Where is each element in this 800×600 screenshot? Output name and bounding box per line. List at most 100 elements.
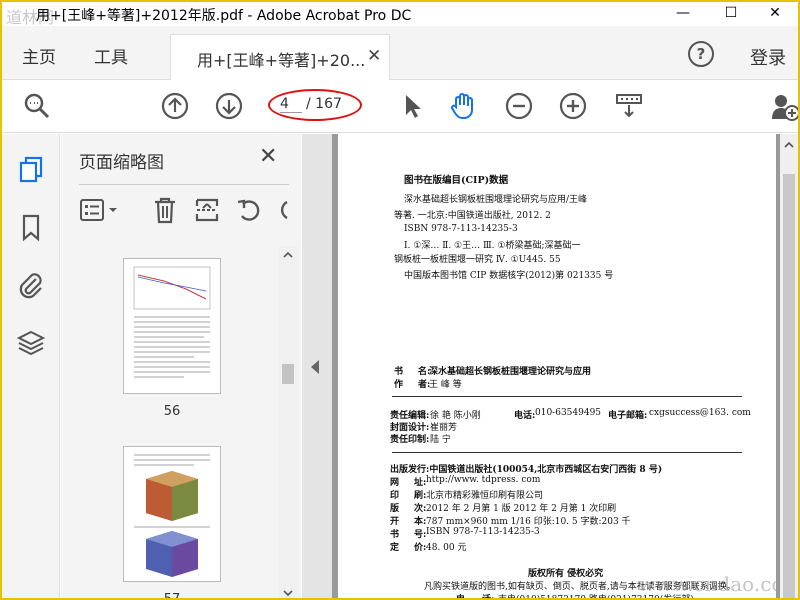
edition-label: 版: [390, 504, 400, 514]
close-window-button[interactable]: ✕: [752, 2, 798, 26]
collapse-panel-arrow-icon[interactable]: [311, 360, 319, 374]
share-user-icon[interactable]: [770, 91, 800, 121]
cip-number: 中国版本图书馆 CIP 数据核字(2012)第 021335 号: [404, 271, 614, 281]
document-scrollbar[interactable]: [780, 134, 798, 598]
layers-icon[interactable]: [16, 328, 46, 358]
print-supervisor: 陆 宁: [430, 435, 451, 445]
page-57-preview: [134, 454, 210, 577]
rights-notice: 版权所有 侵权必究: [528, 569, 604, 579]
page-rule: [392, 396, 742, 397]
scroll-up-arrow-icon[interactable]: [279, 248, 297, 262]
fit-page-icon[interactable]: [614, 91, 644, 121]
page-navigator: 4 / 167: [272, 94, 362, 116]
page-thumbnails-icon[interactable]: [16, 154, 46, 184]
email: cxgsuccess@163. com: [649, 408, 751, 418]
document-tab-close-icon[interactable]: ✕: [367, 46, 381, 66]
page-rule: [392, 452, 742, 453]
panel-title: 页面缩略图: [79, 153, 164, 173]
thumbnail-list: 56 57: [61, 246, 281, 600]
book-name-label: 书: [394, 367, 404, 377]
rotate-clockwise-icon-partial[interactable]: [277, 196, 289, 224]
hand-tool-icon[interactable]: [448, 91, 478, 121]
cip-line: 等著. 一北京:中国铁道出版社, 2012. 2: [394, 211, 551, 221]
panel-close-icon[interactable]: ✕: [259, 144, 277, 169]
cip-line: 深水基础超长钢板桩围堰理论研究与应用/王峰: [404, 195, 588, 205]
toolbar: 4 / 167: [2, 81, 798, 133]
title-bar: 道林网 用+[王峰+等著]+2012年版.pdf - Adobe Acrobat…: [2, 2, 798, 27]
printer-label: 刷:: [414, 491, 427, 501]
document-tab-label: 用+[王峰+等著]+20...: [197, 51, 366, 70]
document-scroll-thumb[interactable]: [783, 174, 795, 598]
bookmarks-icon[interactable]: [16, 212, 46, 242]
rotate-page-icon[interactable]: [235, 196, 265, 224]
zoom-in-icon[interactable]: [558, 91, 588, 121]
page-up-icon[interactable]: [160, 91, 190, 121]
maximize-button[interactable]: ☐: [708, 2, 754, 26]
classification-line: 钢板桩一板桩围堰一研究 Ⅳ. ①U445. 55: [394, 255, 561, 265]
thumbnails-panel: 页面缩略图 ✕ 56 57: [61, 134, 301, 600]
scroll-down-arrow-icon[interactable]: [279, 586, 297, 600]
isbn: ISBN 978-7-113-14235-3: [426, 527, 540, 537]
cip-line: ISBN 978-7-113-14235-3: [404, 224, 518, 234]
price-label: 定: [390, 543, 400, 553]
page-down-icon[interactable]: [214, 91, 244, 121]
phone-label: 电话:: [514, 411, 536, 421]
isbn-label: 号:: [414, 530, 427, 540]
website-label: 网: [390, 478, 400, 488]
publisher-line: 出版发行:中国铁道出版社(100054,北京市西城区右安门西街 8 号): [390, 465, 663, 475]
author-label: 作: [394, 380, 404, 390]
thumbnail-page-number: 56: [163, 404, 181, 419]
home-tab[interactable]: 主页: [22, 43, 56, 68]
current-page-input[interactable]: 4: [280, 96, 302, 113]
pdf-page: 图书在版编目(CIP)数据 深水基础超长钢板桩围堰理论研究与应用/王峰 等著. …: [338, 134, 798, 600]
select-cursor-icon[interactable]: [398, 91, 428, 121]
window-title: 用+[王峰+等著]+2012年版.pdf - Adobe Acrobat Pro…: [36, 8, 412, 24]
print-supervisor-label: 责任印制:: [390, 435, 430, 445]
page-thumbnail-56[interactable]: [123, 258, 221, 394]
format-label: 本:: [414, 517, 427, 527]
cip-title: 图书在版编目(CIP)数据: [404, 175, 509, 186]
document-viewport: 图书在版编目(CIP)数据 深水基础超长钢板桩围堰理论研究与应用/王峰 等著. …: [332, 134, 798, 600]
isbn-label: 书: [390, 530, 400, 540]
page-thumbnail-57[interactable]: [123, 446, 221, 582]
thumbnail-page-number: 57: [163, 592, 181, 600]
zoom-out-icon[interactable]: [504, 91, 534, 121]
thumbnail-scroll-thumb[interactable]: [282, 364, 294, 384]
menu-bar: 主页 工具 用+[王峰+等著]+20... ✕ ? 登录: [2, 26, 798, 80]
author: 王 峰 等: [429, 380, 462, 390]
website-label: 址:: [414, 478, 427, 488]
website: http://www. tdpress. com: [426, 475, 541, 485]
minimize-button[interactable]: —: [660, 2, 706, 26]
zoom-search-icon[interactable]: [22, 91, 52, 121]
panel-divider: [79, 184, 289, 185]
printer: 北京市精彩雅恒印刷有限公司: [426, 491, 544, 501]
delete-page-icon[interactable]: [151, 196, 179, 224]
help-icon[interactable]: ?: [688, 41, 714, 67]
edition-label: 次:: [414, 504, 427, 514]
price: 48. 00 元: [426, 543, 467, 553]
thumbnail-options-icon[interactable]: [79, 196, 123, 224]
acrobat-window: 道林网 用+[王峰+等著]+2012年版.pdf - Adobe Acrobat…: [0, 0, 800, 600]
contact-label: 电: [456, 595, 466, 600]
attachments-icon[interactable]: [16, 270, 46, 300]
page-56-preview: [133, 266, 211, 378]
format: 787 mm×960 mm 1/16 印张:10. 5 字数:203 千: [426, 517, 631, 527]
contact-label: 话:: [482, 595, 495, 600]
site-watermark: www.cndao.com: [638, 572, 800, 596]
panel-splitter[interactable]: [302, 134, 332, 598]
book-name: 深水基础超长钢板桩围堰理论研究与应用: [429, 367, 592, 377]
printer-label: 印: [390, 491, 400, 501]
doc-scroll-up-arrow-icon[interactable]: [780, 138, 798, 152]
login-button[interactable]: 登录: [750, 44, 786, 70]
thumbnail-scrollbar[interactable]: [279, 246, 297, 600]
phone: 010-63549495: [535, 408, 602, 418]
price-label: 价:: [414, 543, 427, 553]
edition: 2012 年 2 月第 1 版 2012 年 2 月第 1 次印刷: [426, 504, 617, 514]
navigation-rail: [2, 134, 60, 598]
document-tab[interactable]: 用+[王峰+等著]+20... ✕: [170, 34, 390, 80]
extract-page-icon[interactable]: [193, 196, 221, 224]
format-label: 开: [390, 517, 400, 527]
total-pages-label: / 167: [306, 96, 342, 112]
email-label: 电子邮箱:: [608, 411, 648, 421]
tools-tab[interactable]: 工具: [94, 43, 128, 68]
